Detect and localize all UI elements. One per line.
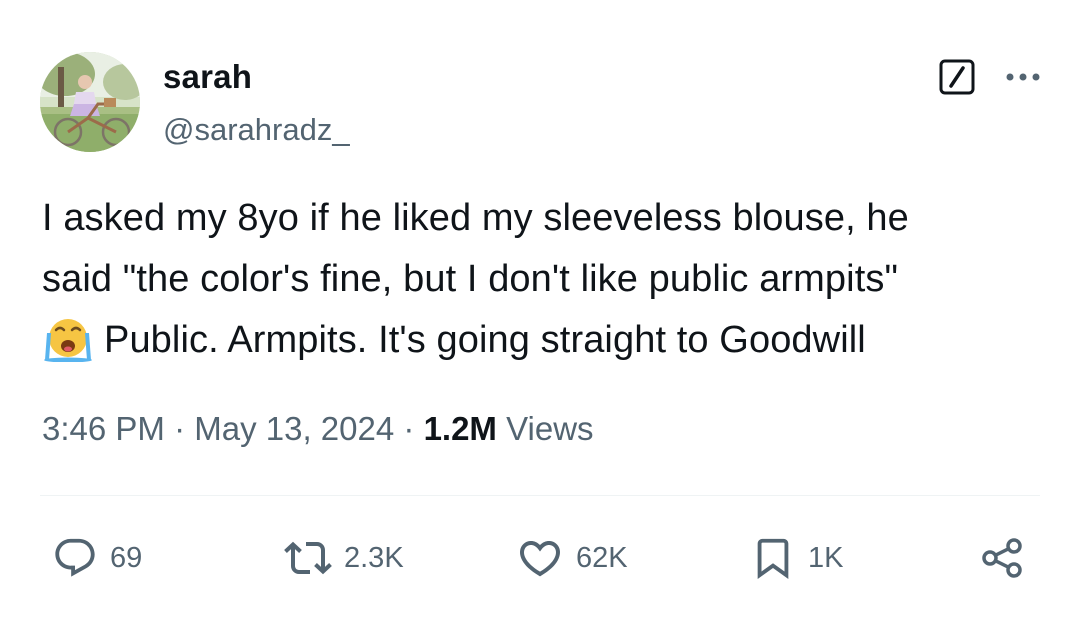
- like-button[interactable]: 62K: [516, 528, 628, 588]
- divider: [40, 495, 1040, 496]
- tweet-text-line-with-emoji: Public. Armpits. It's going straight to …: [42, 310, 1042, 371]
- grok-icon: [939, 59, 975, 95]
- avatar[interactable]: [40, 52, 140, 152]
- loudly-crying-face-icon: [42, 316, 94, 363]
- reply-icon: [55, 538, 95, 577]
- tweet-text-line: said "the color's fine, but I don't like…: [42, 258, 899, 300]
- like-count: 62K: [576, 541, 628, 574]
- bookmark-button[interactable]: 1K: [750, 528, 843, 588]
- reply-button[interactable]: 69: [52, 528, 142, 588]
- more-button[interactable]: [1006, 72, 1040, 82]
- tweet-text-line: Public. Armpits. It's going straight to …: [104, 319, 866, 361]
- bookmark-icon: [757, 538, 789, 579]
- repost-button[interactable]: 2.3K: [284, 528, 404, 588]
- tweet-time[interactable]: 3:46 PM: [42, 410, 165, 447]
- bookmark-count: 1K: [808, 541, 844, 574]
- views-label[interactable]: Views: [506, 410, 593, 447]
- author-handle[interactable]: @sarahradz_: [163, 112, 350, 148]
- reply-count: 69: [110, 541, 143, 574]
- more-icon: [1006, 73, 1040, 81]
- share-button[interactable]: [978, 528, 1026, 588]
- share-icon: [982, 538, 1022, 578]
- avatar-photo: [40, 52, 140, 152]
- tweet-text-line: I asked my 8yo if he liked my sleeveless…: [42, 197, 909, 239]
- grok-button[interactable]: [938, 58, 976, 96]
- repost-count: 2.3K: [344, 541, 404, 574]
- repost-icon: [284, 541, 332, 575]
- tweet-card: sarah @sarahradz_ I asked my 8yo if he l…: [0, 0, 1080, 632]
- meta-separator: ·: [174, 410, 186, 447]
- tweet-text: I asked my 8yo if he liked my sleeveless…: [42, 188, 1042, 371]
- heart-icon: [519, 541, 561, 577]
- meta-separator: ·: [403, 410, 415, 447]
- action-bar: 69 2.3K 62K 1K: [0, 528, 1080, 588]
- author-display-name[interactable]: sarah: [163, 58, 252, 96]
- views-count[interactable]: 1.2M: [424, 410, 497, 447]
- header-actions: [938, 58, 1040, 96]
- tweet-meta: 3:46 PM · May 13, 2024 · 1.2M Views: [42, 410, 594, 448]
- tweet-date[interactable]: May 13, 2024: [194, 410, 394, 447]
